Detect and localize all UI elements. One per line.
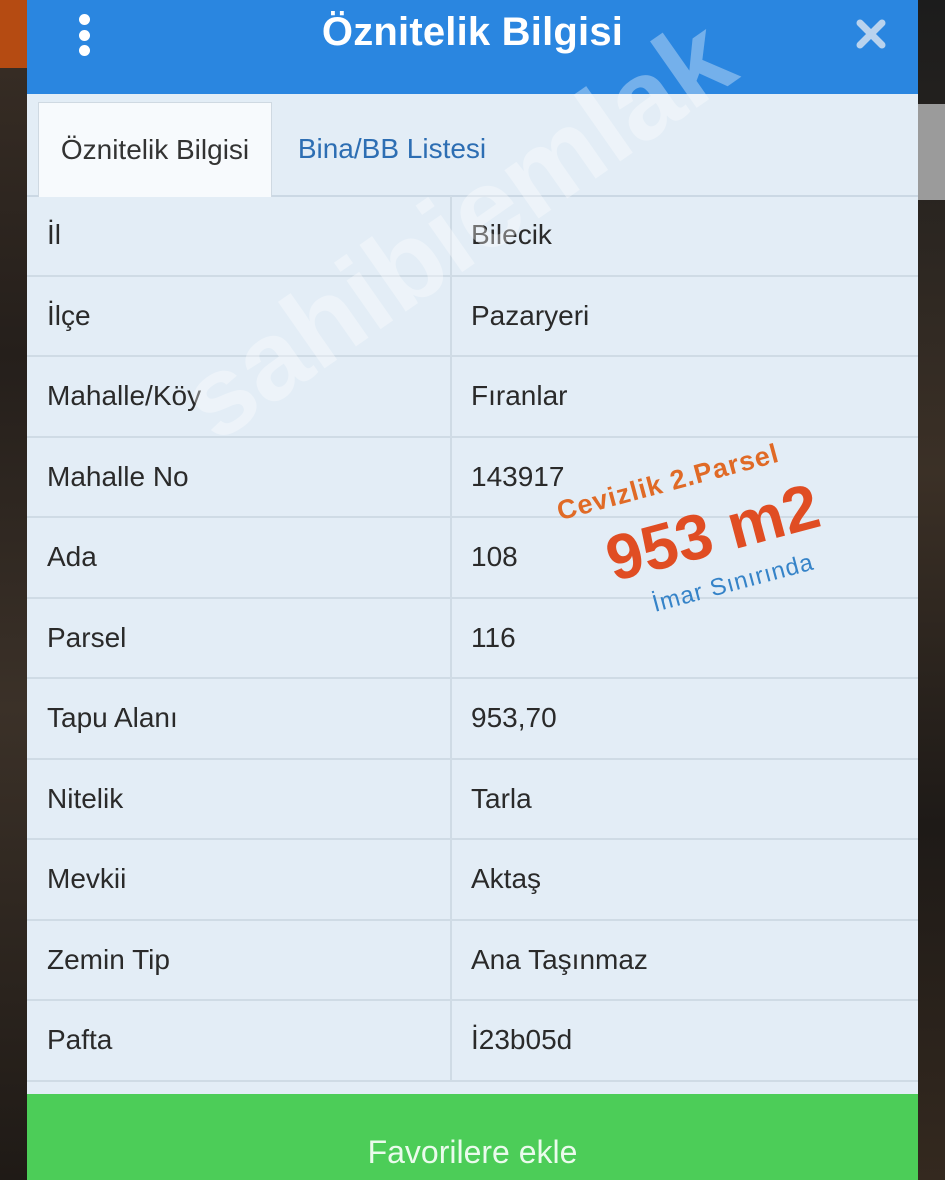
close-icon[interactable] <box>855 18 887 50</box>
tab-building-list[interactable]: Bina/BB Listesi <box>272 102 512 195</box>
table-row: Pafta İ23b05d <box>27 1001 918 1082</box>
row-value: Fıranlar <box>471 380 568 412</box>
table-row: Nitelik Tarla <box>27 759 918 840</box>
row-value: Aktaş <box>471 863 542 895</box>
row-value: 143917 <box>471 460 565 492</box>
tab-bar: Öznitelik Bilgisi Bina/BB Listesi <box>27 94 918 197</box>
dialog-header: Öznitelik Bilgisi <box>27 0 918 94</box>
table-row: Mevkii Aktaş <box>27 840 918 921</box>
table-row: Mahalle No 143917 <box>27 437 918 518</box>
row-label: İl <box>47 219 61 251</box>
row-label: Mahalle/Köy <box>47 380 202 412</box>
row-value: 108 <box>471 541 518 573</box>
row-label: Mevkii <box>47 863 127 895</box>
row-value: Tarla <box>471 782 532 814</box>
attribute-info-dialog: Öznitelik Bilgisi Öznitelik Bilgisi Bina… <box>27 0 918 1180</box>
row-label: Zemin Tip <box>47 943 170 975</box>
background-left-accent <box>0 0 27 68</box>
row-label: Ada <box>47 541 97 573</box>
row-label: İlçe <box>47 299 91 331</box>
row-label: Tapu Alanı <box>47 702 178 734</box>
table-row: Parsel 116 <box>27 598 918 679</box>
table-row: Ada 108 <box>27 518 918 599</box>
row-label: Nitelik <box>47 782 124 814</box>
row-label: Parsel <box>47 621 127 653</box>
table-row: İl Bilecik <box>27 196 918 277</box>
row-value: Bilecik <box>471 219 552 251</box>
row-value: 116 <box>471 621 516 653</box>
row-value: Pazaryeri <box>471 299 590 331</box>
row-value: İ23b05d <box>471 1024 573 1056</box>
scrollbar-thumb[interactable] <box>918 104 945 200</box>
row-label: Mahalle No <box>47 460 189 492</box>
row-label: Pafta <box>47 1024 113 1056</box>
tab-attribute-info[interactable]: Öznitelik Bilgisi <box>38 102 272 197</box>
row-value: Ana Taşınmaz <box>471 943 648 975</box>
table-row: İlçe Pazaryeri <box>27 276 918 357</box>
table-row: Zemin Tip Ana Taşınmaz <box>27 920 918 1001</box>
attribute-table: İl Bilecik İlçe Pazaryeri Mahalle/Köy Fıran… <box>27 196 918 1082</box>
background-left <box>0 0 27 1180</box>
dialog-title: Öznitelik Bilgisi <box>321 10 624 54</box>
row-value: 953,70 <box>471 702 557 734</box>
table-row: Tapu Alanı 953,70 <box>27 679 918 760</box>
add-to-favorites-button[interactable]: Favorilere ekle <box>27 1094 918 1180</box>
table-row: Mahalle/Köy Fıranlar <box>27 357 918 438</box>
